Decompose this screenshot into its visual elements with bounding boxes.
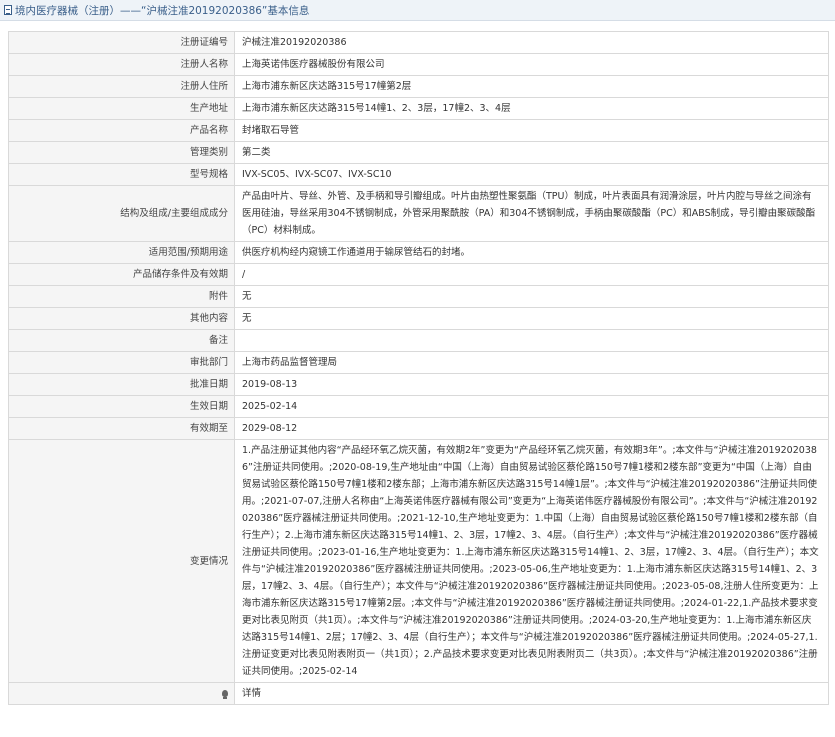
field-label: 审批部门 — [8, 351, 235, 374]
document-icon — [4, 5, 12, 15]
table-row: 管理类别 第二类 — [8, 141, 829, 164]
field-value: 1.产品注册证其他内容“产品经环氧乙烷灭菌，有效期2年”变更为“产品经环氧乙烷灭… — [234, 439, 829, 683]
field-label: 生产地址 — [8, 97, 235, 120]
table-row: 审批部门 上海市药品监督管理局 — [8, 351, 829, 374]
field-value — [234, 329, 829, 352]
field-label: 生效日期 — [8, 395, 235, 418]
table-row: 其他内容 无 — [8, 307, 829, 330]
field-value: 上海市药品监督管理局 — [234, 351, 829, 374]
field-label: 批准日期 — [8, 373, 235, 396]
field-label: 管理类别 — [8, 141, 235, 164]
page-title: 境内医疗器械（注册）——“沪械注准20192020386”基本信息 — [15, 4, 310, 17]
table-row: 产品储存条件及有效期 / — [8, 263, 829, 286]
table-row: 注册证编号 沪械注准20192020386 — [8, 31, 829, 54]
detail-row: 详情 — [8, 682, 829, 705]
field-label: 注册证编号 — [8, 31, 235, 54]
field-value: 无 — [234, 285, 829, 308]
info-table-container: 注册证编号 沪械注准20192020386 注册人名称 上海英诺伟医疗器械股份有… — [0, 21, 835, 705]
field-label: 结构及组成/主要组成成分 — [8, 185, 235, 242]
table-row: 型号规格 IVX-SC05、IVX-SC07、IVX-SC10 — [8, 163, 829, 186]
table-row: 变更情况 1.产品注册证其他内容“产品经环氧乙烷灭菌，有效期2年”变更为“产品经… — [8, 439, 829, 683]
field-label: 有效期至 — [8, 417, 235, 440]
table-row: 生效日期 2025-02-14 — [8, 395, 829, 418]
field-label: 其他内容 — [8, 307, 235, 330]
lightbulb-icon — [222, 690, 228, 699]
field-value: 封堵取石导管 — [234, 119, 829, 142]
field-value: 2025-02-14 — [234, 395, 829, 418]
field-label: 附件 — [8, 285, 235, 308]
field-value: 2029-08-12 — [234, 417, 829, 440]
table-row: 批准日期 2019-08-13 — [8, 373, 829, 396]
field-value: 沪械注准20192020386 — [234, 31, 829, 54]
page-header: 境内医疗器械（注册）——“沪械注准20192020386”基本信息 — [0, 0, 835, 21]
detail-label-cell — [8, 682, 235, 705]
table-row: 适用范围/预期用途 供医疗机构经内窥镜工作通道用于输尿管结石的封堵。 — [8, 241, 829, 264]
field-label: 备注 — [8, 329, 235, 352]
field-value: / — [234, 263, 829, 286]
field-value: IVX-SC05、IVX-SC07、IVX-SC10 — [234, 163, 829, 186]
field-value: 2019-08-13 — [234, 373, 829, 396]
table-row: 有效期至 2029-08-12 — [8, 417, 829, 440]
detail-link[interactable]: 详情 — [234, 682, 829, 705]
field-label: 注册人住所 — [8, 75, 235, 98]
field-value: 上海英诺伟医疗器械股份有限公司 — [234, 53, 829, 76]
table-row: 生产地址 上海市浦东新区庆达路315号14幢1、2、3层，17幢2、3、4层 — [8, 97, 829, 120]
field-value: 第二类 — [234, 141, 829, 164]
field-value: 上海市浦东新区庆达路315号17幢第2层 — [234, 75, 829, 98]
table-row: 注册人名称 上海英诺伟医疗器械股份有限公司 — [8, 53, 829, 76]
field-label: 适用范围/预期用途 — [8, 241, 235, 264]
field-label: 产品名称 — [8, 119, 235, 142]
table-row: 结构及组成/主要组成成分 产品由叶片、导丝、外管、及手柄和导引瓣组成。叶片由热塑… — [8, 185, 829, 242]
table-row: 附件 无 — [8, 285, 829, 308]
table-row: 备注 — [8, 329, 829, 352]
table-row: 注册人住所 上海市浦东新区庆达路315号17幢第2层 — [8, 75, 829, 98]
table-row: 产品名称 封堵取石导管 — [8, 119, 829, 142]
field-value: 无 — [234, 307, 829, 330]
field-label: 注册人名称 — [8, 53, 235, 76]
field-value: 供医疗机构经内窥镜工作通道用于输尿管结石的封堵。 — [234, 241, 829, 264]
field-label: 型号规格 — [8, 163, 235, 186]
field-label: 变更情况 — [8, 439, 235, 683]
registration-info-table: 注册证编号 沪械注准20192020386 注册人名称 上海英诺伟医疗器械股份有… — [8, 31, 829, 705]
field-value: 上海市浦东新区庆达路315号14幢1、2、3层，17幢2、3、4层 — [234, 97, 829, 120]
field-value: 产品由叶片、导丝、外管、及手柄和导引瓣组成。叶片由热塑性聚氨酯（TPU）制成，叶… — [234, 185, 829, 242]
field-label: 产品储存条件及有效期 — [8, 263, 235, 286]
